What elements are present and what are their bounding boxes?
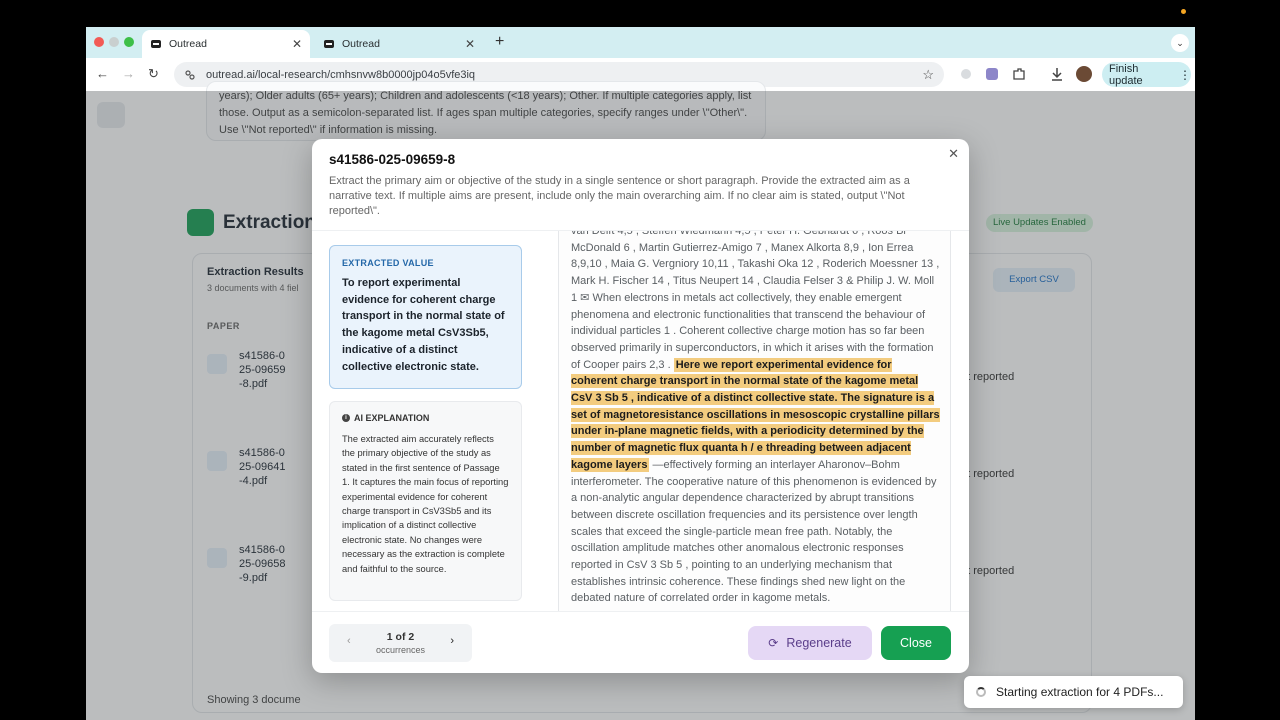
url-text: outread.ai/local-research/cmhsnvw8b0000j… (206, 68, 476, 81)
refresh-icon: ⟳ (768, 636, 779, 650)
extensions-puzzle-icon[interactable] (1011, 66, 1027, 82)
ai-explanation-card: i AI EXPLANATION The extracted aim accur… (329, 401, 522, 601)
occurrence-pager: ‹ 1 of 2 occurrences › (329, 624, 472, 662)
close-button[interactable]: Close (881, 626, 951, 660)
extension-icon[interactable] (958, 66, 974, 82)
profile-avatar[interactable] (1076, 66, 1092, 82)
extraction-left-panel: EXTRACTED VALUE To report experimental e… (312, 231, 540, 611)
tab-outread-active[interactable]: Outread ✕ (142, 30, 310, 58)
source-passage: van Delft 4,5 , Steffen Wiedmann 4,5 , P… (571, 231, 941, 607)
toast-text: Starting extraction for 4 PDFs... (996, 685, 1164, 699)
tab-title: Outread (342, 38, 380, 50)
tab-outread[interactable]: Outread ✕ (315, 30, 483, 58)
tab-close-icon[interactable]: ✕ (465, 37, 475, 51)
tab-search-chevron-icon[interactable]: ⌄ (1171, 34, 1189, 52)
back-arrow-icon[interactable]: ← (96, 66, 109, 81)
bookmark-star-icon[interactable]: ☆ (922, 67, 934, 83)
source-highlight: Here we report experimental evidence for… (571, 357, 940, 472)
site-settings-icon[interactable] (184, 69, 196, 81)
download-icon[interactable] (1049, 66, 1065, 82)
status-toast: Starting extraction for 4 PDFs... (964, 676, 1183, 708)
regenerate-button[interactable]: ⟳ Regenerate (748, 626, 872, 660)
spinner-icon (976, 687, 986, 697)
reload-icon[interactable]: ↻ (148, 66, 159, 82)
outread-favicon-icon (324, 40, 334, 48)
extraction-detail-modal: ✕ s41586-025-09659-8 Extract the primary… (312, 139, 969, 673)
new-tab-button[interactable]: + (495, 33, 504, 51)
finish-update-label: Finish update (1109, 62, 1143, 87)
info-icon: i (342, 414, 350, 422)
ai-explanation-header: i AI EXPLANATION (342, 413, 509, 423)
screen-frame: Outread ✕ Outread ✕ + ⌄ ← → ↻ outread.ai… (0, 0, 1280, 720)
close-icon[interactable]: ✕ (948, 146, 959, 162)
tab-title: Outread (169, 38, 207, 50)
ai-explanation-label: AI EXPLANATION (354, 413, 430, 423)
finish-update-button[interactable]: Finish update ⋮ (1102, 62, 1191, 87)
outread-favicon-icon (151, 40, 161, 48)
source-text-after: —effectively forming an interlayer Aharo… (571, 458, 937, 605)
forward-arrow-icon[interactable]: → (122, 66, 135, 81)
extension-purple-icon[interactable] (984, 66, 1000, 82)
extracted-value-label: EXTRACTED VALUE (342, 258, 434, 268)
modal-footer: ‹ 1 of 2 occurrences › ⟳ Regenerate Clos… (312, 611, 969, 673)
tab-close-icon[interactable]: ✕ (292, 37, 302, 51)
tab-strip: Outread ✕ Outread ✕ + ⌄ (86, 27, 1195, 58)
source-passage-panel[interactable]: van Delft 4,5 , Steffen Wiedmann 4,5 , P… (558, 231, 951, 611)
chevron-right-icon[interactable]: › (450, 635, 454, 647)
maximize-window-button[interactable] (124, 37, 134, 47)
field-instructions: Extract the primary aim or objective of … (329, 175, 910, 217)
modal-title: s41586-025-09659-8 (329, 152, 456, 167)
regenerate-label: Regenerate (786, 636, 852, 650)
browser-window: Outread ✕ Outread ✕ + ⌄ ← → ↻ outread.ai… (86, 27, 1195, 720)
ai-explanation-text: The extracted aim accurately reflects th… (342, 434, 509, 574)
recording-indicator (1181, 9, 1186, 14)
extracted-value-card: EXTRACTED VALUE To report experimental e… (329, 245, 522, 389)
minimize-window-button[interactable] (109, 37, 119, 47)
menu-dots-icon: ⋮ (1179, 67, 1191, 82)
close-window-button[interactable] (94, 37, 104, 47)
extracted-value-text: To report experimental evidence for cohe… (342, 277, 505, 373)
source-text-before: van Delft 4,5 , Steffen Wiedmann 4,5 , P… (571, 231, 940, 371)
